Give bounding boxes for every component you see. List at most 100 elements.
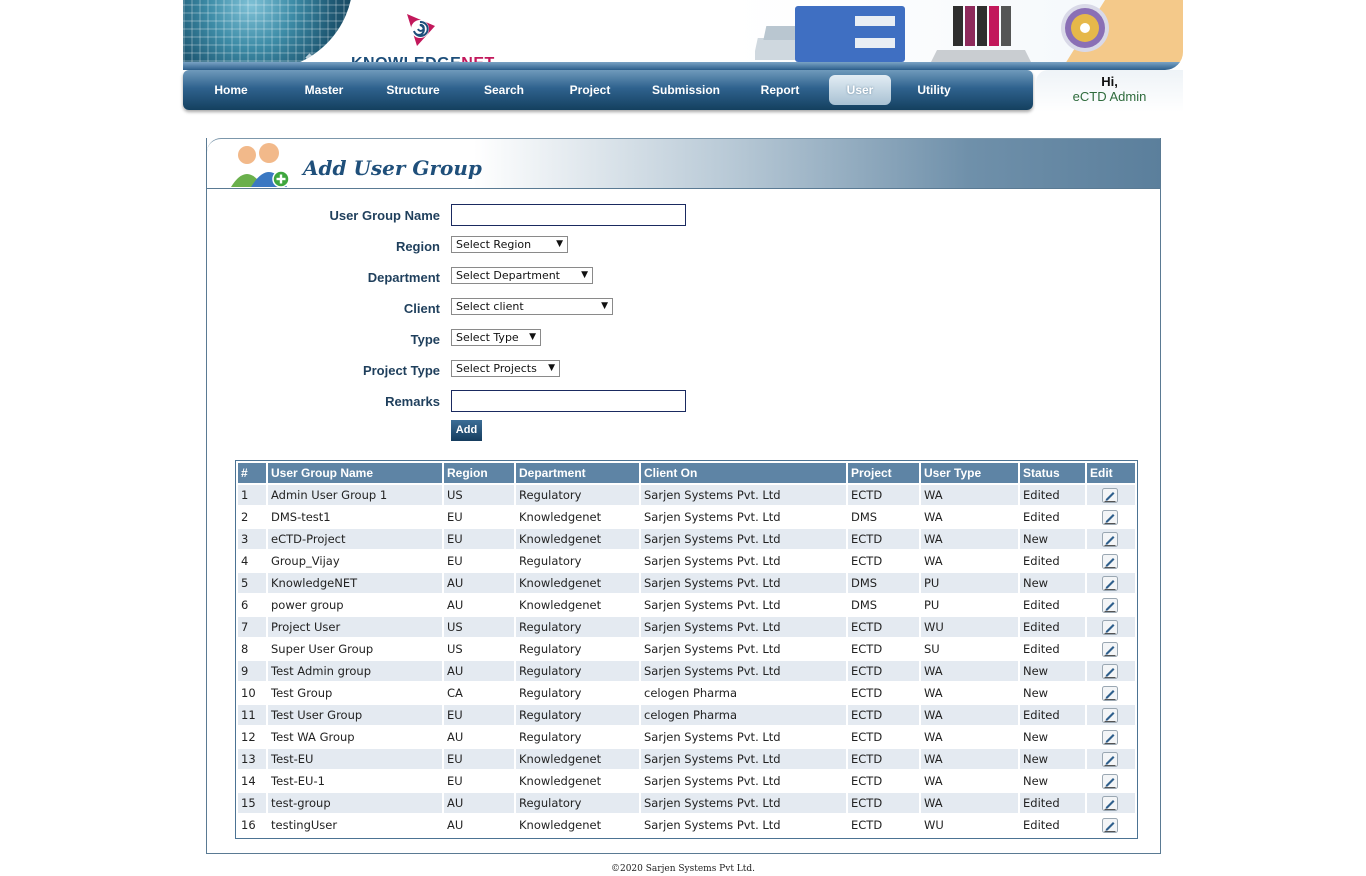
edit-pencil-icon[interactable]: [1102, 531, 1118, 547]
nav-user[interactable]: User: [829, 75, 891, 105]
cell-department: Knowledgenet: [516, 749, 639, 769]
region-label: Region: [395, 239, 440, 254]
edit-pencil-icon[interactable]: [1102, 509, 1118, 525]
cell-user-group-name: Group_Vijay: [268, 551, 442, 571]
column-header-edit: Edit: [1087, 463, 1135, 483]
cell-edit: [1087, 595, 1135, 615]
table-row: 14 Test-EU-1 EU Knowledgenet Sarjen Systems …: [238, 771, 1135, 791]
cell-status: New: [1020, 771, 1085, 791]
cell-user-group-name: KnowledgeNET: [268, 573, 442, 593]
edit-pencil-icon[interactable]: [1102, 619, 1118, 635]
remarks-input[interactable]: [451, 390, 686, 412]
cell-department: Regulatory: [516, 683, 639, 703]
edit-pencil-icon[interactable]: [1102, 707, 1118, 723]
cell-status: Edited: [1020, 485, 1085, 505]
cell-row-number: 2: [238, 507, 266, 527]
cell-row-number: 4: [238, 551, 266, 571]
cell-row-number: 5: [238, 573, 266, 593]
cell-region: AU: [444, 727, 514, 747]
edit-pencil-icon[interactable]: [1102, 817, 1118, 833]
edit-pencil-icon[interactable]: [1102, 641, 1118, 657]
nav-utility[interactable]: Utility: [899, 75, 969, 105]
cell-status: New: [1020, 529, 1085, 549]
edit-pencil-icon[interactable]: [1102, 795, 1118, 811]
cell-row-number: 8: [238, 639, 266, 659]
cell-client-on: Sarjen Systems Pvt. Ltd: [641, 639, 846, 659]
cell-region: AU: [444, 573, 514, 593]
column-header-project[interactable]: Project: [848, 463, 919, 483]
column-header-user-group-name[interactable]: User Group Name: [268, 463, 442, 483]
cell-client-on: Sarjen Systems Pvt. Ltd: [641, 595, 846, 615]
cell-department: Regulatory: [516, 661, 639, 681]
cell-region: CA: [444, 683, 514, 703]
edit-pencil-icon[interactable]: [1102, 663, 1118, 679]
cell-user-group-name: testingUser: [268, 815, 442, 835]
client-select[interactable]: Select client ▼: [451, 298, 613, 315]
edit-pencil-icon[interactable]: [1102, 773, 1118, 789]
table-row: 5 KnowledgeNET AU Knowledgenet Sarjen System…: [238, 573, 1135, 593]
region-select[interactable]: Select Region ▼: [451, 236, 568, 253]
edit-pencil-icon[interactable]: [1102, 487, 1118, 503]
table-row: 13 Test-EU EU Knowledgenet Sarjen Systems Pv…: [238, 749, 1135, 769]
column-header-status[interactable]: Status: [1020, 463, 1085, 483]
table-row: 1 Admin User Group 1 US Regulatory Sarjen Sy…: [238, 485, 1135, 505]
cell-edit: [1087, 793, 1135, 813]
cell-status: Edited: [1020, 617, 1085, 637]
table-row: 7 Project User US Regulatory Sarjen Systems …: [238, 617, 1135, 637]
nav-submission[interactable]: Submission: [641, 75, 731, 105]
nav-structure[interactable]: Structure: [371, 75, 455, 105]
cell-department: Regulatory: [516, 485, 639, 505]
edit-pencil-icon[interactable]: [1102, 553, 1118, 569]
cell-edit: [1087, 815, 1135, 835]
page-title: Add User Group: [303, 156, 482, 180]
edit-pencil-icon[interactable]: [1102, 751, 1118, 767]
nav-master[interactable]: Master: [289, 75, 359, 105]
add-button[interactable]: Add: [451, 420, 482, 441]
cell-edit: [1087, 485, 1135, 505]
cell-user-group-name: Admin User Group 1: [268, 485, 442, 505]
cell-status: Edited: [1020, 815, 1085, 835]
column-header-department[interactable]: Department: [516, 463, 639, 483]
table-row: 3 eCTD-Project EU Knowledgenet Sarjen System…: [238, 529, 1135, 549]
nav-search[interactable]: Search: [469, 75, 539, 105]
cell-region: AU: [444, 661, 514, 681]
cell-row-number: 15: [238, 793, 266, 813]
cell-project: ECTD: [848, 793, 919, 813]
cell-user-type: WU: [921, 815, 1018, 835]
dropdown-arrow-icon: ▼: [556, 239, 563, 249]
edit-pencil-icon[interactable]: [1102, 597, 1118, 613]
cell-row-number: 7: [238, 617, 266, 637]
cell-user-group-name: Test-EU-1: [268, 771, 442, 791]
column-header-number[interactable]: #: [238, 463, 266, 483]
nav-report[interactable]: Report: [745, 75, 815, 105]
laptop-image: [931, 6, 1031, 62]
cell-user-type: WA: [921, 793, 1018, 813]
main-nav: Home Master Structure Search Project Sub…: [183, 70, 1033, 110]
cell-region: US: [444, 639, 514, 659]
user-group-table: # User Group Name Region Department Clie…: [235, 460, 1138, 839]
nav-project[interactable]: Project: [553, 75, 627, 105]
nav-home[interactable]: Home: [191, 75, 271, 105]
cell-department: Knowledgenet: [516, 507, 639, 527]
user-group-name-input[interactable]: [451, 204, 686, 226]
project-type-select[interactable]: Select Projects ▼: [451, 360, 560, 377]
department-select[interactable]: Select Department ▼: [451, 267, 593, 284]
type-select[interactable]: Select Type ▼: [451, 329, 541, 346]
cell-client-on: Sarjen Systems Pvt. Ltd: [641, 727, 846, 747]
cell-user-group-name: Super User Group: [268, 639, 442, 659]
column-header-region[interactable]: Region: [444, 463, 514, 483]
cell-status: Edited: [1020, 639, 1085, 659]
edit-pencil-icon[interactable]: [1102, 729, 1118, 745]
remarks-label: Remarks: [385, 394, 440, 409]
user-greeting: Hi, eCTD Admin: [1036, 70, 1183, 112]
cell-region: AU: [444, 793, 514, 813]
cell-department: Knowledgenet: [516, 595, 639, 615]
cell-department: Regulatory: [516, 617, 639, 637]
cell-department: Knowledgenet: [516, 771, 639, 791]
edit-pencil-icon[interactable]: [1102, 685, 1118, 701]
cell-row-number: 9: [238, 661, 266, 681]
column-header-client-on[interactable]: Client On: [641, 463, 846, 483]
edit-pencil-icon[interactable]: [1102, 575, 1118, 591]
column-header-user-type[interactable]: User Type: [921, 463, 1018, 483]
cell-user-group-name: eCTD-Project: [268, 529, 442, 549]
